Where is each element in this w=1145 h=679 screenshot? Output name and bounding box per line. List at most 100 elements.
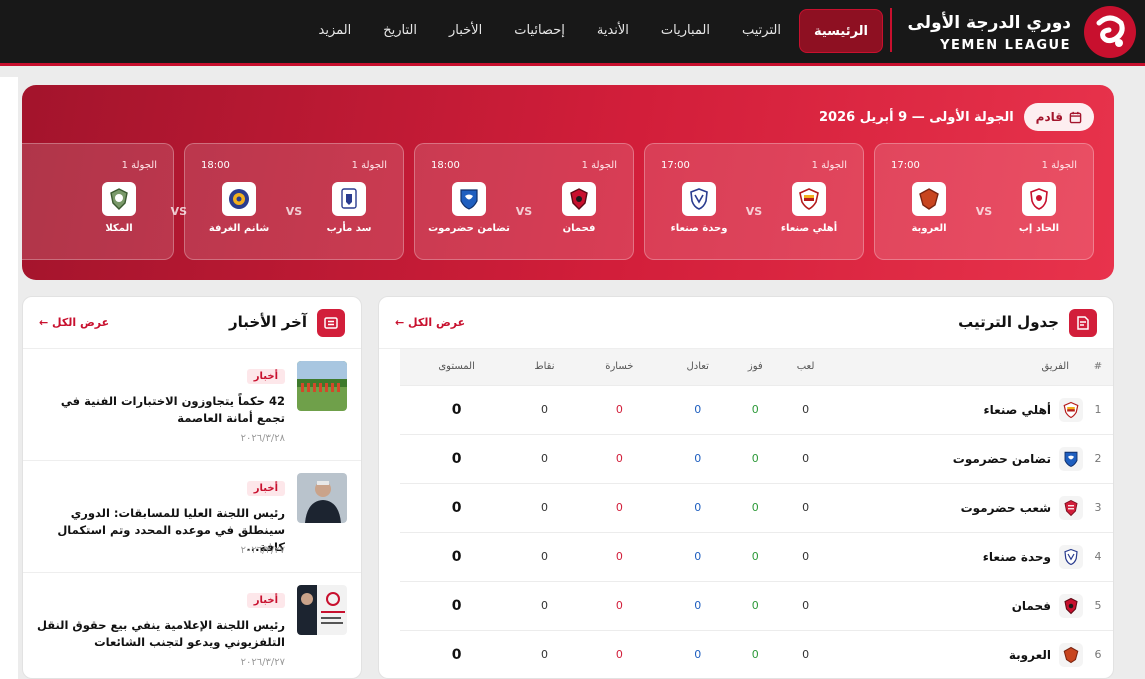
away-team: تضامن حضرموت (427, 182, 511, 235)
row-team: وحدة صنعاء (833, 531, 1083, 581)
home-team-name: فحمان (562, 223, 596, 234)
table-row[interactable]: 3 شعب حضرموت 0 0 0 0 0 0 (400, 482, 1113, 532)
col-rank: # (1083, 349, 1113, 385)
row-level: 0 (400, 433, 514, 483)
standings-view-all-link[interactable]: عرض الكل ← (395, 316, 465, 329)
news-headline[interactable]: 42 حكماً يتجاوزون الاختبارات الفنية في ت… (35, 393, 285, 427)
home-team-name: المكلا (105, 223, 133, 234)
news-view-all-link[interactable]: عرض الكل ← (39, 316, 109, 329)
nav-item-home[interactable]: الرئيسية (798, 9, 883, 53)
col-drawn: تعادل (663, 349, 733, 385)
shield-icon (1064, 451, 1078, 467)
match-card[interactable]: الجولة 1 17:00 الحاد إب VS العروبة (874, 143, 1094, 260)
row-played: 0 (778, 384, 833, 434)
nav-item-news[interactable]: الأخبار (435, 9, 496, 53)
row-lost: 0 (575, 580, 664, 630)
table-row[interactable]: 4 وحدة صنعاء 0 0 0 0 0 0 (400, 531, 1113, 581)
match-card[interactable]: الجولة 1 المكلا VS (22, 143, 187, 260)
table-row[interactable]: 6 العروبة 0 0 0 0 0 0 (400, 629, 1113, 678)
nav-item-matches[interactable]: المباريات (647, 9, 724, 53)
news-item[interactable]: أخبار رئيس اللجنة الإعلامية ينفي بيع حقو… (23, 573, 361, 678)
row-points: 0 (513, 629, 576, 678)
row-drawn: 0 (663, 531, 733, 581)
row-drawn: 0 (663, 580, 733, 630)
shield-icon (1064, 548, 1078, 565)
shield-icon (1030, 188, 1048, 210)
news-item[interactable]: أخبار 42 حكماً يتجاوزون الاختبارات الفني… (23, 349, 361, 461)
news-panel: آخر الأخبار عرض الكل ← أخبار 42 حكماً يت… (22, 296, 362, 679)
vs-label: VS (170, 205, 187, 218)
row-won: 0 (732, 629, 779, 678)
table-row[interactable]: 2 تضامن حضرموت 0 0 0 0 0 0 (400, 433, 1113, 483)
shield-icon (110, 188, 128, 210)
home-team: سد مأرب (307, 182, 391, 235)
row-lost: 0 (575, 433, 664, 483)
shield-icon (1063, 646, 1079, 663)
nav-item-standings[interactable]: الترتيب (728, 9, 795, 53)
home-team-name: أهلي صنعاء (780, 223, 838, 234)
away-team-name: العروبة (911, 223, 947, 234)
brand[interactable]: دوري الدرجة الأولى YEMEN LEAGUE (907, 3, 1139, 61)
upcoming-round-hero: قادم الجولة الأولى — 9 أبريل 2026 الجولة… (22, 85, 1114, 280)
row-played: 0 (778, 482, 833, 532)
row-points: 0 (513, 482, 576, 532)
col-won: فوز (732, 349, 779, 385)
row-team-name: العروبة (1008, 647, 1051, 662)
nav-item-more[interactable]: المزيد (305, 9, 366, 53)
match-card[interactable]: الجولة 1 17:00 أهلي صنعاء VS وحدة صنعاء (644, 143, 864, 260)
row-lost: 0 (575, 482, 664, 532)
row-drawn: 0 (663, 629, 733, 678)
row-played: 0 (778, 433, 833, 483)
shield-icon (1064, 597, 1078, 614)
match-card[interactable]: الجولة 1 18:00 فحمان VS تضامن حضرموت (414, 143, 634, 260)
row-drawn: 0 (663, 482, 733, 532)
home-team: المكلا (77, 182, 161, 235)
col-team: الفريق (833, 349, 1083, 385)
row-points: 0 (513, 531, 576, 581)
col-played: لعب (778, 349, 833, 385)
shield-icon (919, 188, 939, 210)
row-lost: 0 (575, 629, 664, 678)
shield-icon (341, 188, 357, 209)
row-won: 0 (732, 433, 779, 483)
news-title: آخر الأخبار (228, 313, 307, 331)
row-team-name: تضامن حضرموت (952, 451, 1051, 466)
match-time: 17:00 (891, 160, 920, 171)
standings-icon (1069, 309, 1097, 337)
news-item[interactable]: أخبار رئيس اللجنة العليا للمسابقات: الدو… (23, 461, 361, 573)
row-team: فحمان (833, 580, 1083, 630)
standings-header-row: # الفريق لعب فوز تعادل خسارة نقاط المستو… (400, 349, 1113, 385)
row-lost: 0 (575, 384, 664, 434)
news-tag: أخبار (246, 369, 285, 384)
row-rank: 4 (1083, 531, 1113, 581)
match-card[interactable]: الجولة 1 18:00 سد مأرب VS شانم الغرفة (184, 143, 404, 260)
nav-item-clubs[interactable]: الأندية (583, 9, 643, 53)
nav-item-stats[interactable]: إحصائيات (500, 9, 579, 53)
news-thumbnail (297, 473, 347, 523)
row-won: 0 (732, 482, 779, 532)
shield-icon (690, 188, 708, 210)
col-level: المستوى (400, 349, 514, 385)
shield-icon (1063, 401, 1079, 418)
news-date: ٢٠٢٦/٣/٢٧ (240, 545, 285, 556)
home-team: الحاد إب (997, 182, 1081, 235)
vs-label: VS (515, 205, 533, 218)
hero-header: قادم الجولة الأولى — 9 أبريل 2026 (819, 103, 1094, 131)
away-team: شانم الغرفة (197, 182, 281, 235)
brand-divider (890, 8, 892, 52)
news-thumbnail (297, 585, 347, 635)
row-level: 0 (400, 580, 514, 630)
standings-header: جدول الترتيب عرض الكل ← (379, 297, 1113, 349)
vs-label: VS (975, 205, 993, 218)
news-headline[interactable]: رئيس اللجنة الإعلامية ينفي بيع حقوق النق… (35, 617, 285, 651)
row-team: أهلي صنعاء (833, 384, 1083, 434)
home-team: أهلي صنعاء (767, 182, 851, 235)
row-team: شعب حضرموت (833, 482, 1083, 532)
standings-panel: جدول الترتيب عرض الكل ← # الفريق لعب فوز… (378, 296, 1114, 679)
nav-item-history[interactable]: التاريخ (369, 9, 431, 53)
table-row[interactable]: 5 فحمان 0 0 0 0 0 0 (400, 580, 1113, 630)
row-level: 0 (400, 629, 514, 678)
col-points: نقاط (513, 349, 576, 385)
row-won: 0 (732, 580, 779, 630)
table-row[interactable]: 1 أهلي صنعاء 0 0 0 0 0 0 (400, 384, 1113, 434)
